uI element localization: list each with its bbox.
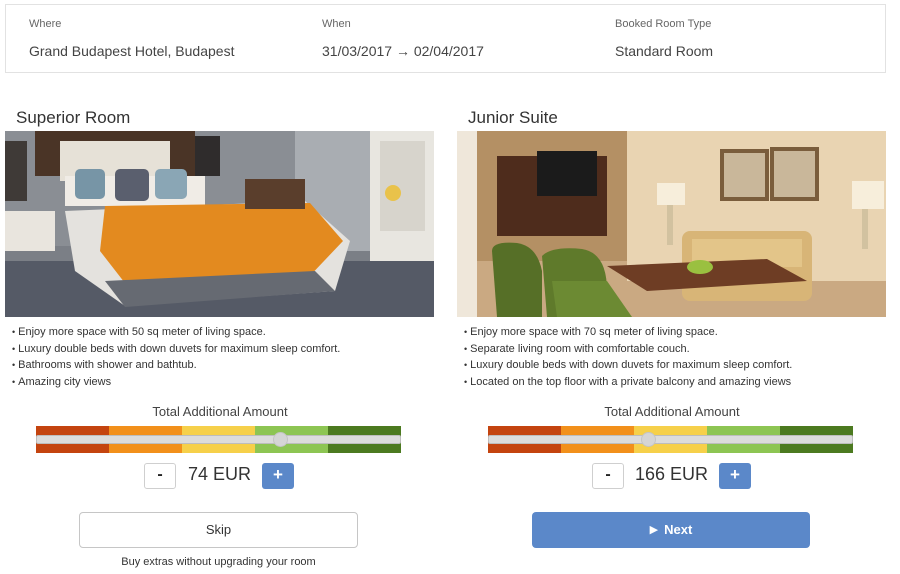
feature-item: Enjoy more space with 50 sq meter of liv…	[12, 324, 432, 341]
decrease-button[interactable]: -	[144, 463, 176, 489]
feature-item: Enjoy more space with 70 sq meter of liv…	[464, 324, 884, 341]
room-photo-living-room	[457, 131, 886, 317]
room-photo-bedroom	[5, 131, 434, 317]
next-button[interactable]: ▶ Next	[532, 512, 810, 548]
room-type-label: Booked Room Type	[615, 18, 712, 30]
decrease-button[interactable]: -	[592, 463, 624, 489]
amount-slider[interactable]	[488, 426, 853, 453]
feature-item: Luxury double beds with down duvets for …	[12, 341, 432, 358]
slider-thumb[interactable]	[272, 432, 288, 447]
where-value: Grand Budapest Hotel, Budapest	[29, 43, 235, 59]
room-features-list: Enjoy more space with 70 sq meter of liv…	[464, 324, 884, 390]
slider-track[interactable]	[488, 435, 853, 444]
room-features-list: Enjoy more space with 50 sq meter of liv…	[12, 324, 432, 390]
feature-item: Bathrooms with shower and bathtub.	[12, 357, 432, 374]
increase-button[interactable]: +	[719, 463, 751, 489]
amount-value: 166 EUR	[635, 464, 709, 484]
total-amount-label: Total Additional Amount	[152, 404, 288, 419]
feature-item: Separate living room with comfortable co…	[464, 341, 884, 358]
amount-value: 74 EUR	[188, 464, 252, 484]
room-card-superior: Superior Room Enjoy more space with 5	[5, 108, 435, 574]
next-label: Next	[664, 522, 693, 537]
skip-button[interactable]: Skip	[79, 512, 358, 548]
play-icon: ▶	[649, 524, 659, 536]
when-label: When	[322, 18, 351, 30]
room-type-value: Standard Room	[615, 43, 714, 59]
feature-item: Luxury double beds with down duvets for …	[464, 357, 884, 374]
amount-slider[interactable]	[36, 426, 401, 453]
skip-caption: Buy extras without upgrading your room	[121, 556, 316, 568]
room-card-junior-suite: Junior Suite Enjoy more space with 70 sq…	[457, 108, 887, 574]
slider-track[interactable]	[36, 435, 401, 444]
room-title: Superior Room	[16, 108, 131, 127]
increase-button[interactable]: +	[262, 463, 294, 489]
feature-item: Located on the top floor with a private …	[464, 374, 884, 391]
room-title: Junior Suite	[468, 108, 558, 127]
total-amount-label: Total Additional Amount	[604, 404, 740, 419]
where-label: Where	[29, 18, 62, 30]
feature-item: Amazing city views	[12, 374, 432, 391]
slider-thumb[interactable]	[640, 432, 656, 447]
when-value: 31/03/2017 → 02/04/2017	[322, 43, 484, 59]
booking-summary: Where Grand Budapest Hotel, Budapest Whe…	[5, 4, 886, 73]
